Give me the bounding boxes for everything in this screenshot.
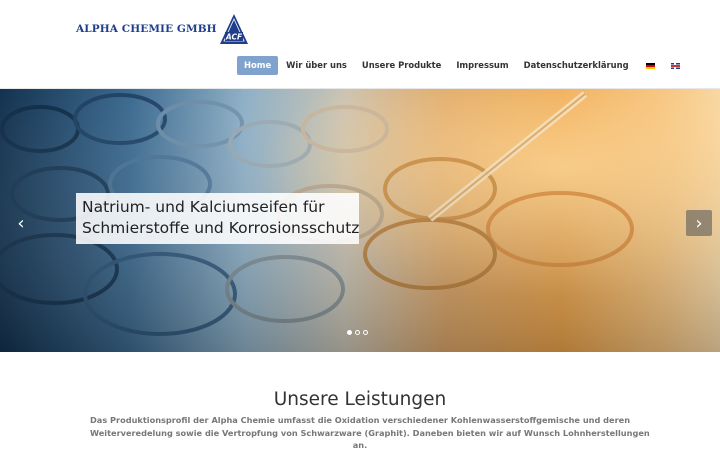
site-header: ALPHA CHEMIE GMBH ACF Home Wir über uns …: [0, 0, 720, 89]
chevron-left-icon: ‹: [17, 212, 25, 234]
caption-line-1: Natrium- und Kalciumseifen für: [82, 198, 325, 216]
slider-prev-button[interactable]: ‹: [8, 210, 34, 236]
slider-pagination: [347, 330, 371, 335]
section-title: Unsere Leistungen: [273, 389, 447, 410]
slide-caption: Natrium- und Kalciumseifen für Schmierst…: [76, 193, 359, 244]
slider-dot-3[interactable]: [363, 330, 368, 335]
slider-next-button[interactable]: ›: [686, 210, 712, 236]
logo-badge-text: ACF: [225, 33, 243, 42]
section-description: Das Produktionsprofil der Alpha Chemie u…: [90, 414, 650, 452]
caption-line-2: Schmierstoffe und Korrosionsschutz: [82, 219, 360, 237]
nav-products[interactable]: Unsere Produkte: [355, 56, 448, 75]
main-navigation: Home Wir über uns Unsere Produkte Impres…: [237, 56, 686, 75]
logo-triangle-icon: ACF: [219, 14, 248, 44]
slider-dot-2[interactable]: [355, 330, 360, 335]
nav-privacy[interactable]: Datenschutzerklärung: [517, 56, 636, 75]
logo-text: ALPHA CHEMIE GMBH: [76, 23, 217, 35]
description-line-2: Weiterveredelung sowie die Vertropfung v…: [90, 427, 650, 438]
de-flag-icon[interactable]: [645, 62, 655, 69]
nav-home[interactable]: Home: [237, 56, 279, 75]
company-logo[interactable]: ALPHA CHEMIE GMBH ACF: [76, 12, 249, 46]
hero-slider: Natrium- und Kalciumseifen für Schmierst…: [0, 89, 720, 352]
chevron-right-icon: ›: [695, 212, 703, 234]
gb-flag-icon[interactable]: [670, 62, 680, 69]
nav-imprint[interactable]: Impressum: [449, 56, 515, 75]
description-line-1: Das Produktionsprofil der Alpha Chemie u…: [90, 415, 631, 425]
nav-about[interactable]: Wir über uns: [279, 56, 354, 75]
slider-dot-1[interactable]: [347, 330, 352, 335]
